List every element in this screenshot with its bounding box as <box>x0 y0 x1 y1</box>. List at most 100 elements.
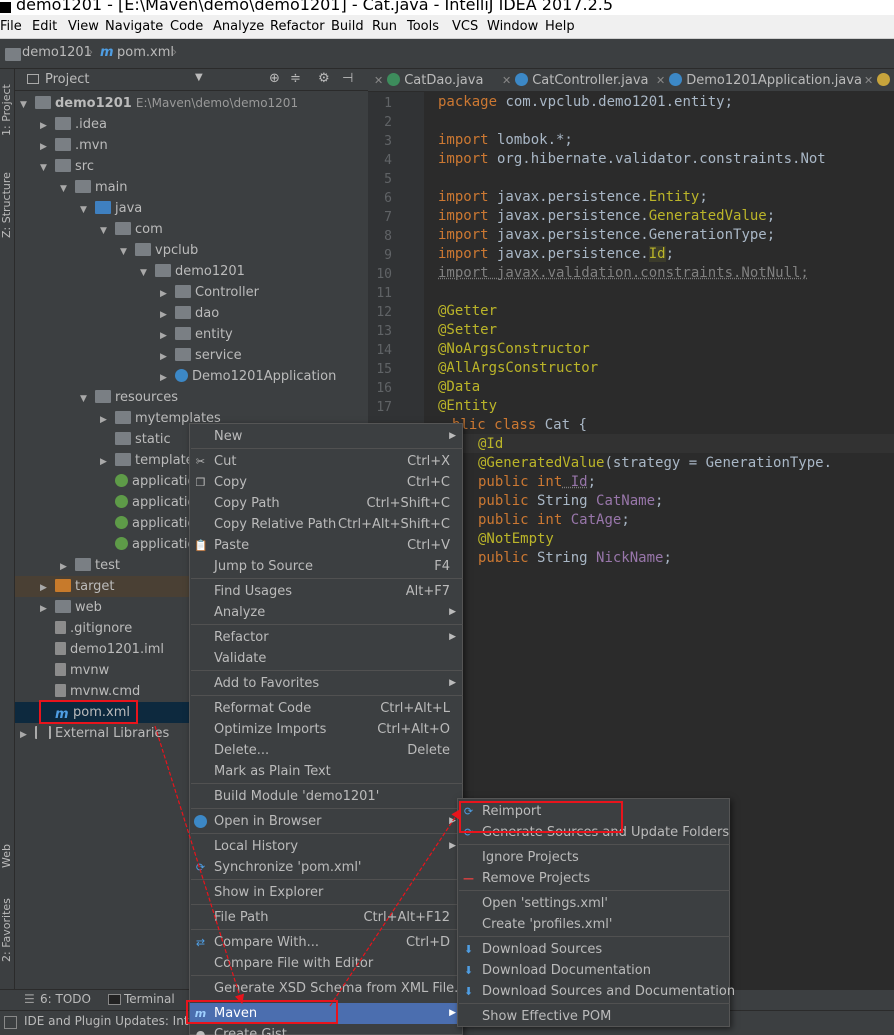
menu-item-refactor[interactable]: Refactor ▶ <box>190 627 462 648</box>
tab-web-tool[interactable]: Web <box>0 835 15 877</box>
menu-refactor[interactable]: Refactor <box>270 19 325 34</box>
collapse-all-icon[interactable]: ≑ <box>290 71 301 86</box>
tab-structure-tool[interactable]: Z: Structure <box>0 165 15 245</box>
menu-item-new[interactable]: New ▶ <box>190 426 462 447</box>
maven-item-create-profiles[interactable]: Create 'profiles.xml' <box>458 914 729 935</box>
menu-item-analyze[interactable]: Analyze ▶ <box>190 602 462 623</box>
gear-icon[interactable]: ⚙ <box>318 71 330 86</box>
maven-item-open-settings[interactable]: Open 'settings.xml' <box>458 893 729 914</box>
tree-item-target[interactable]: ▶ target <box>15 576 190 597</box>
close-icon[interactable]: ✕ <box>864 74 873 87</box>
close-icon[interactable]: ✕ <box>502 74 511 87</box>
menu-view[interactable]: View <box>68 19 99 34</box>
tree-item-vpclub[interactable]: ▼ vpclub <box>120 240 198 261</box>
tab-overflow[interactable]: ✕ <box>858 69 894 92</box>
menu-item-add-to-favorites[interactable]: Add to Favorites ▶ <box>190 673 462 694</box>
breadcrumb-file[interactable]: pom.xml <box>117 45 174 60</box>
tree-item-iml[interactable]: demo1201.iml <box>40 639 164 660</box>
menu-item-copy-path[interactable]: Copy Path Ctrl+Shift+C <box>190 493 462 514</box>
close-icon[interactable]: ✕ <box>656 74 665 87</box>
menu-item-create-gist[interactable]: ● Create Gist... <box>190 1024 462 1035</box>
tree-root-demo1201[interactable]: ▼ demo1201 E:\Maven\demo\demo1201 <box>20 93 298 114</box>
menu-item-compare-with[interactable]: ⇄ Compare With... Ctrl+D <box>190 932 462 953</box>
menu-item-validate[interactable]: Validate <box>190 648 462 669</box>
maven-item-remove-projects[interactable]: — Remove Projects <box>458 868 729 889</box>
menu-item-find-usages[interactable]: Find Usages Alt+F7 <box>190 581 462 602</box>
tree-item-mvnw[interactable]: mvnw <box>40 660 109 681</box>
menu-item-reformat-code[interactable]: Reformat Code Ctrl+Alt+L <box>190 698 462 719</box>
menu-item-paste[interactable]: 📋 Paste Ctrl+V <box>190 535 462 556</box>
tree-item-resources[interactable]: ▼ resources <box>80 387 178 408</box>
menu-run[interactable]: Run <box>372 19 397 34</box>
tree-item-com[interactable]: ▼ com <box>100 219 163 240</box>
menu-navigate[interactable]: Navigate <box>105 19 163 34</box>
menu-code[interactable]: Code <box>170 19 203 34</box>
breadcrumb-project[interactable]: demo1201 <box>22 45 92 60</box>
tree-item-web[interactable]: ▶ web <box>40 597 102 618</box>
menu-item-optimize-imports[interactable]: Optimize Imports Ctrl+Alt+O <box>190 719 462 740</box>
tree-item-application-4[interactable]: applicatio <box>100 534 195 555</box>
menu-window[interactable]: Window <box>487 19 538 34</box>
tree-item-idea[interactable]: ▶ .idea <box>40 114 107 135</box>
maven-item-download-sources[interactable]: ⬇ Download Sources <box>458 939 729 960</box>
project-view-label[interactable]: Project <box>45 72 89 87</box>
tree-item-java[interactable]: ▼ java <box>80 198 142 219</box>
menu-item-generate-xsd[interactable]: Generate XSD Schema from XML File... <box>190 978 467 999</box>
status-text[interactable]: IDE and Plugin Updates: Int <box>24 1014 189 1028</box>
menu-edit[interactable]: Edit <box>32 19 57 34</box>
menu-item-copy[interactable]: ❐ Copy Ctrl+C <box>190 472 462 493</box>
menu-item-synchronize[interactable]: ⟳ Synchronize 'pom.xml' <box>190 857 462 878</box>
tree-item-main[interactable]: ▼ main <box>60 177 127 198</box>
maven-item-show-effective-pom[interactable]: Show Effective POM <box>458 1006 729 1027</box>
menu-item-copy-relative-path[interactable]: Copy Relative Path Ctrl+Alt+Shift+C <box>190 514 462 535</box>
maven-item-ignore-projects[interactable]: Ignore Projects <box>458 847 729 868</box>
tree-item-gitignore[interactable]: .gitignore <box>40 618 132 639</box>
menu-item-cut[interactable]: ✂ Cut Ctrl+X <box>190 451 462 472</box>
terminal-tool-button[interactable]: Terminal <box>124 992 175 1006</box>
menu-item-delete[interactable]: Delete... Delete <box>190 740 462 761</box>
menu-item-compare-file-editor[interactable]: Compare File with Editor <box>190 953 462 974</box>
tree-item-dao[interactable]: ▶ dao <box>160 303 219 324</box>
menu-file[interactable]: File <box>0 19 22 34</box>
maven-item-download-documentation[interactable]: ⬇ Download Documentation <box>458 960 729 981</box>
tab-catdao[interactable]: ✕ CatDao.java <box>368 69 483 92</box>
menu-analyze[interactable]: Analyze <box>213 19 264 34</box>
tree-item-demo1201-package[interactable]: ▼ demo1201 <box>140 261 245 282</box>
view-dropdown-icon[interactable]: ▼ <box>195 72 203 83</box>
tree-item-application-2[interactable]: applicatio <box>100 492 195 513</box>
tree-item-controller[interactable]: ▶ Controller <box>160 282 259 303</box>
menu-item-open-in-browser[interactable]: Open in Browser ▶ <box>190 811 462 832</box>
tree-item-application-3[interactable]: applicatio <box>100 513 195 534</box>
hide-panel-icon[interactable]: ⊣ <box>342 71 353 86</box>
tree-item-src[interactable]: ▼ src <box>40 156 94 177</box>
tab-project-tool[interactable]: 1: Project <box>0 77 15 143</box>
tree-item-mvnw-cmd[interactable]: mvnw.cmd <box>40 681 140 702</box>
menu-vcs[interactable]: VCS <box>452 19 478 34</box>
maven-item-download-both[interactable]: ⬇ Download Sources and Documentation <box>458 981 735 1002</box>
tab-catcontroller[interactable]: ✕ CatController.java <box>496 69 648 92</box>
tree-item-service[interactable]: ▶ service <box>160 345 242 366</box>
menu-item-mark-plain-text[interactable]: Mark as Plain Text <box>190 761 462 782</box>
tree-item-static[interactable]: static <box>100 429 171 450</box>
menu-help[interactable]: Help <box>545 19 575 34</box>
menu-tools[interactable]: Tools <box>407 19 439 34</box>
tree-item-application-1[interactable]: applicatio <box>100 471 195 492</box>
tree-item-mvn[interactable]: ▶ .mvn <box>40 135 108 156</box>
menu-build[interactable]: Build <box>331 19 364 34</box>
menu-item-build-module[interactable]: Build Module 'demo1201' <box>190 786 462 807</box>
menu-item-file-path[interactable]: File Path Ctrl+Alt+F12 <box>190 907 462 928</box>
menu-item-show-in-explorer[interactable]: Show in Explorer <box>190 882 462 903</box>
status-toggle-icon[interactable] <box>4 1016 17 1029</box>
tree-item-test[interactable]: ▶ test <box>60 555 120 576</box>
menu-item-jump-to-source[interactable]: Jump to Source F4 <box>190 556 462 577</box>
tab-favorites-tool[interactable]: 2: Favorites <box>0 895 15 965</box>
tab-demo1201application[interactable]: ✕ Demo1201Application.java <box>650 69 862 92</box>
menu-item-local-history[interactable]: Local History ▶ <box>190 836 462 857</box>
tree-item-demo1201application[interactable]: ▶ Demo1201Application <box>160 366 336 387</box>
tree-item-external-libraries[interactable]: ▶ External Libraries <box>20 723 169 744</box>
tree-item-entity[interactable]: ▶ entity <box>160 324 233 345</box>
scroll-from-source-icon[interactable]: ⊕ <box>269 71 280 86</box>
tree-item-template[interactable]: ▶ template <box>100 450 194 471</box>
todo-tool-button[interactable]: 6: TODO <box>40 992 91 1006</box>
close-icon[interactable]: ✕ <box>374 74 383 87</box>
